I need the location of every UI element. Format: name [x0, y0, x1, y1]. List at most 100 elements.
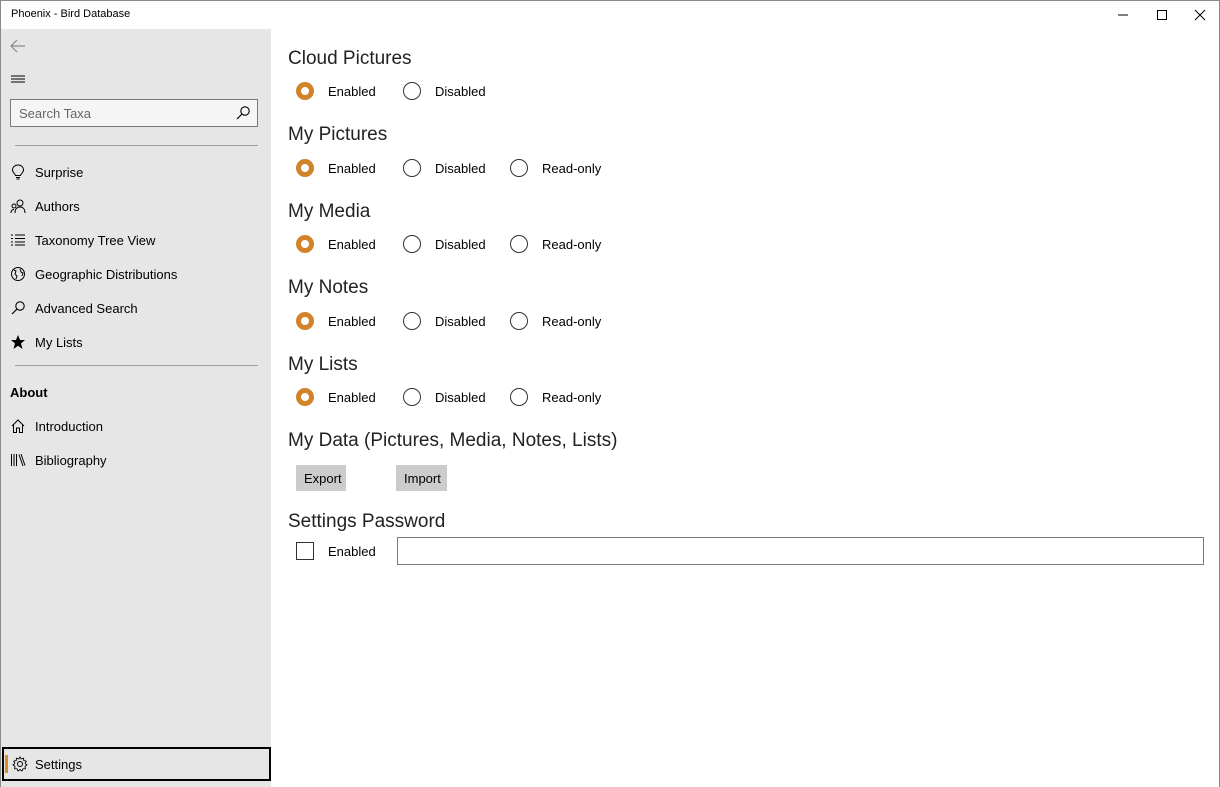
radio-label: Read-only [542, 389, 602, 405]
radio-label: Enabled [328, 313, 376, 329]
nav-item-label: My Lists [35, 334, 83, 350]
my-lists-title: My Lists [288, 354, 358, 375]
my-media-title: My Media [288, 201, 371, 222]
radio-label: Read-only [542, 313, 602, 329]
authors-icon [1, 189, 35, 223]
my-lists-readonly-radio[interactable]: Read-only [510, 387, 601, 407]
home-icon [1, 409, 35, 443]
radio-label: Disabled [435, 389, 486, 405]
nav-item-geographic-distributions[interactable]: Geographic Distributions [1, 257, 271, 291]
radio-circle [510, 388, 528, 406]
close-icon [1194, 9, 1206, 21]
nav-divider [15, 365, 258, 366]
my-notes-disabled-radio[interactable]: Disabled [403, 311, 486, 331]
my-notes-readonly-radio[interactable]: Read-only [510, 311, 601, 331]
nav-item-surprise[interactable]: Surprise [1, 155, 271, 189]
radio-circle [296, 312, 314, 330]
gear-icon [4, 756, 35, 772]
nav-item-authors[interactable]: Authors [1, 189, 271, 223]
list-icon [1, 223, 35, 257]
my-pictures-enabled-radio[interactable]: Enabled [296, 158, 376, 178]
hamburger-menu-button[interactable] [1, 64, 35, 94]
star-icon [1, 325, 35, 359]
minimize-icon [1118, 14, 1128, 16]
settings-page: Cloud Pictures Enabled Disabled My Pictu… [271, 29, 1219, 787]
my-data-title: My Data (Pictures, Media, Notes, Lists) [288, 430, 618, 451]
my-lists-enabled-radio[interactable]: Enabled [296, 387, 376, 407]
lightbulb-icon [1, 155, 35, 189]
import-button[interactable]: Import [396, 465, 447, 491]
export-button[interactable]: Export [296, 465, 346, 491]
radio-circle [296, 235, 314, 253]
radio-label: Enabled [328, 389, 376, 405]
my-notes-title: My Notes [288, 277, 369, 298]
minimize-button[interactable] [1104, 1, 1142, 29]
radio-circle [296, 82, 314, 100]
radio-label: Disabled [435, 83, 486, 99]
about-heading: About [10, 385, 48, 400]
my-media-enabled-radio[interactable]: Enabled [296, 234, 376, 254]
cloud-pictures-title: Cloud Pictures [288, 48, 412, 69]
radio-circle [403, 159, 421, 177]
nav-item-label: Authors [35, 198, 80, 214]
nav-divider [15, 145, 258, 146]
settings-password-title: Settings Password [288, 511, 446, 532]
back-button[interactable] [1, 31, 35, 61]
nav-item-introduction[interactable]: Introduction [1, 409, 271, 443]
close-button[interactable] [1181, 1, 1219, 29]
radio-label: Enabled [328, 83, 376, 99]
radio-circle [403, 235, 421, 253]
my-lists-disabled-radio[interactable]: Disabled [403, 387, 486, 407]
search-icon[interactable] [235, 105, 251, 121]
radio-circle [510, 235, 528, 253]
nav-item-label: Advanced Search [35, 300, 138, 316]
radio-circle [510, 312, 528, 330]
nav-item-advanced-search[interactable]: Advanced Search [1, 291, 271, 325]
checkbox-box [296, 542, 314, 560]
radio-circle [403, 388, 421, 406]
radio-label: Disabled [435, 313, 486, 329]
nav-item-taxonomy-tree-view[interactable]: Taxonomy Tree View [1, 223, 271, 257]
nav-item-bibliography[interactable]: Bibliography [1, 443, 271, 477]
my-pictures-disabled-radio[interactable]: Disabled [403, 158, 486, 178]
radio-label: Read-only [542, 160, 602, 176]
library-icon [1, 443, 35, 477]
radio-circle [296, 388, 314, 406]
nav-item-label: Geographic Distributions [35, 266, 178, 282]
window-title: Phoenix - Bird Database [11, 8, 131, 20]
navigation-pane: Surprise Authors Taxonomy Tree View Geog… [1, 29, 271, 787]
nav-item-settings[interactable]: Settings [2, 747, 271, 781]
back-arrow-icon [10, 39, 25, 53]
nav-item-label: Settings [35, 756, 82, 772]
nav-item-my-lists[interactable]: My Lists [1, 325, 271, 359]
checkbox-label: Enabled [328, 543, 376, 559]
search-icon [1, 291, 35, 325]
radio-label: Enabled [328, 160, 376, 176]
nav-item-label: Bibliography [35, 452, 107, 468]
cloud-pictures-enabled-radio[interactable]: Enabled [296, 81, 376, 101]
globe-icon [1, 257, 35, 291]
search-box [10, 99, 258, 127]
title-bar: Phoenix - Bird Database [1, 1, 1219, 29]
settings-password-input[interactable] [397, 537, 1204, 565]
my-media-readonly-radio[interactable]: Read-only [510, 234, 601, 254]
app-window: Phoenix - Bird Database Surprise [0, 0, 1220, 787]
password-enabled-checkbox[interactable]: Enabled [296, 542, 376, 560]
maximize-button[interactable] [1143, 1, 1181, 29]
radio-circle [403, 312, 421, 330]
nav-item-label: Surprise [35, 164, 84, 180]
nav-item-label: Introduction [35, 418, 103, 434]
radio-label: Enabled [328, 236, 376, 252]
radio-circle [296, 159, 314, 177]
my-pictures-readonly-radio[interactable]: Read-only [510, 158, 601, 178]
nav-item-label: Taxonomy Tree View [35, 232, 156, 248]
cloud-pictures-disabled-radio[interactable]: Disabled [403, 81, 486, 101]
my-pictures-title: My Pictures [288, 124, 388, 145]
selection-indicator [5, 755, 8, 773]
my-media-disabled-radio[interactable]: Disabled [403, 234, 486, 254]
my-notes-enabled-radio[interactable]: Enabled [296, 311, 376, 331]
radio-label: Disabled [435, 160, 486, 176]
search-input[interactable] [11, 100, 231, 126]
maximize-icon [1157, 10, 1167, 20]
hamburger-icon [11, 75, 25, 83]
